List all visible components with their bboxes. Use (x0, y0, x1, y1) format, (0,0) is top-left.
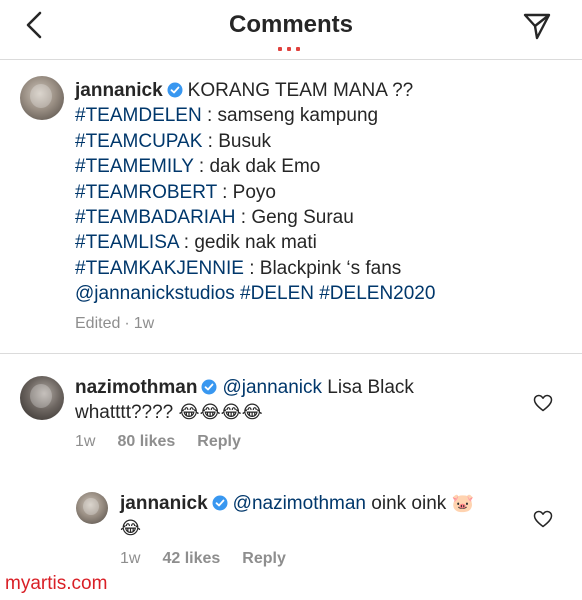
caption-username[interactable]: jannanick (75, 80, 163, 101)
hashtag-link[interactable]: #TEAMBADARIAH (75, 207, 235, 228)
dot (287, 47, 291, 51)
caption-line: : Busuk (202, 130, 272, 152)
timestamp: 1w (75, 433, 96, 450)
avatar[interactable] (20, 376, 64, 420)
hashtag-link[interactable]: #TEAMDELEN (75, 105, 202, 126)
mention-hashtag-links[interactable]: @jannanickstudios #DELEN #DELEN2020 (75, 283, 435, 304)
watermark-text: myartis.com (5, 573, 108, 594)
comment-body: Lisa Black (322, 377, 414, 398)
verified-badge-icon (201, 379, 217, 395)
hashtag-link[interactable]: #TEAMROBERT (75, 182, 217, 203)
mention-link[interactable]: @jannanick (222, 377, 322, 398)
comment-body: whatttt???? (75, 402, 174, 424)
caption-line: : gedik nak mati (178, 232, 317, 254)
caption-line: : dak dak Emo (193, 156, 321, 178)
reply-button[interactable]: Reply (242, 550, 286, 567)
laughing-emoji-icon: 😂😂😂😂 (178, 402, 263, 424)
heart-icon[interactable] (533, 394, 553, 412)
comment-username[interactable]: nazimothman (75, 377, 197, 398)
dot (278, 47, 282, 51)
meta-separator: · (124, 315, 130, 332)
hashtag-link[interactable]: #TEAMEMILY (75, 156, 194, 177)
verified-badge-icon (212, 495, 228, 511)
caption-meta: Edited · 1w (75, 315, 176, 333)
caption-divider (0, 353, 582, 354)
reply-text: jannanick @nazimothman oink oink 🐷 😂 (120, 491, 474, 542)
avatar[interactable] (76, 492, 108, 524)
comment-text: nazimothman @jannanick Lisa Black whatttt… (75, 375, 414, 426)
page-title: Comments (228, 11, 354, 38)
mention-link[interactable]: @nazimothman (233, 493, 366, 514)
hashtag-link[interactable]: #TEAMLISA (75, 232, 179, 253)
pig-face-emoji-icon: 🐷 (451, 493, 474, 514)
avatar[interactable] (20, 76, 64, 120)
header-divider (0, 59, 582, 60)
comment-body: oink oink (366, 493, 452, 514)
header-bar: Comments (0, 0, 582, 60)
comment-username[interactable]: jannanick (120, 493, 208, 514)
caption-line: : Geng Surau (235, 207, 354, 229)
timestamp: 1w (120, 550, 141, 567)
hashtag-link[interactable]: #TEAMKAKJENNIE (75, 258, 244, 279)
comment-meta: 1w 42 likes Reply (120, 550, 308, 568)
timestamp: 1w (133, 315, 155, 332)
caption-line: : samseng kampung (201, 105, 379, 127)
likes-count[interactable]: 80 likes (117, 433, 175, 450)
caption-text: jannanick KORANG TEAM MANA ?? #TEAMDELEN … (75, 78, 435, 307)
comment-meta: 1w 80 likes Reply (75, 433, 263, 451)
edited-label: Edited (75, 315, 121, 332)
likes-count[interactable]: 42 likes (162, 550, 220, 567)
laughing-emoji-icon: 😂 (120, 518, 142, 540)
reply-button[interactable]: Reply (197, 433, 241, 450)
dot (296, 47, 300, 51)
more-indicator-dots (278, 47, 300, 51)
caption-line: : Blackpink ‘s fans (243, 257, 402, 279)
caption-line: : Poyo (216, 181, 276, 203)
verified-badge-icon (167, 82, 183, 98)
hashtag-link[interactable]: #TEAMCUPAK (75, 131, 202, 152)
paper-plane-icon[interactable] (522, 11, 552, 41)
caption-headline: KORANG TEAM MANA ?? (187, 80, 414, 101)
heart-icon[interactable] (533, 510, 553, 528)
